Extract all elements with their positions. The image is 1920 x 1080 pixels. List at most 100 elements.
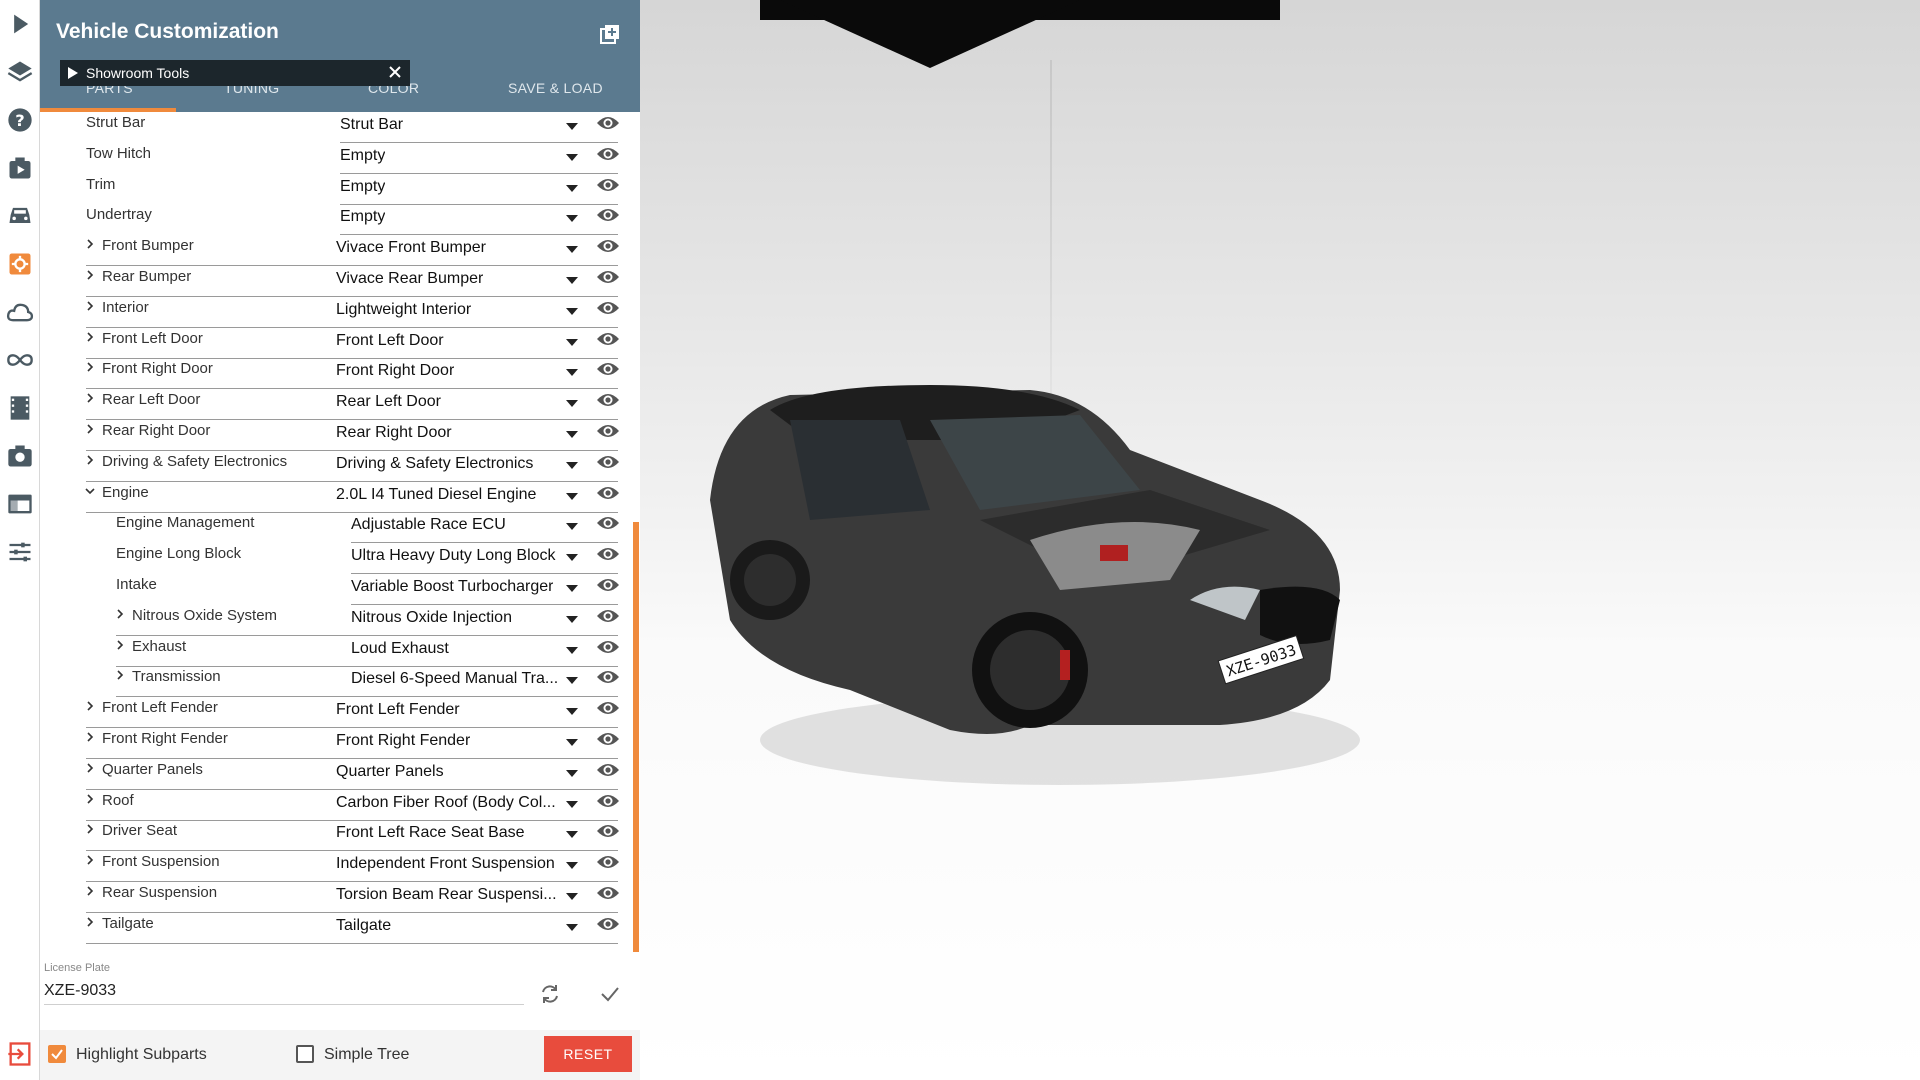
part-select[interactable]: Front Left Race Seat Base (336, 824, 525, 842)
part-select[interactable]: Driving & Safety Electronics (336, 455, 533, 473)
dropdown-arrow-icon[interactable] (566, 123, 578, 130)
dropdown-arrow-icon[interactable] (566, 215, 578, 223)
sliders-icon[interactable] (0, 528, 40, 576)
eye-icon[interactable] (596, 884, 620, 902)
vehicle-icon[interactable] (0, 192, 40, 240)
play-icon[interactable] (68, 67, 78, 79)
window-icon[interactable] (0, 480, 40, 528)
eye-icon[interactable] (596, 114, 620, 132)
part-select[interactable]: Diesel 6-Speed Manual Tra... (351, 670, 558, 688)
highlight-subparts-checkbox[interactable] (48, 1045, 66, 1063)
eye-icon[interactable] (596, 730, 620, 748)
chevron-right-icon[interactable] (84, 854, 96, 866)
showroom-tools-bar[interactable]: Showroom Tools (60, 60, 410, 86)
part-row[interactable]: Engine 2.0L I4 Tuned Diesel Engine (40, 482, 620, 513)
part-row[interactable]: Transmission Diesel 6-Speed Manual Tra... (40, 666, 620, 698)
dropdown-arrow-icon[interactable] (566, 739, 578, 746)
chevron-right-icon[interactable] (84, 238, 96, 250)
part-row[interactable]: Roof Carbon Fiber Roof (Body Col... (40, 790, 620, 821)
part-select[interactable]: Adjustable Race ECU (351, 516, 506, 534)
eye-icon[interactable] (596, 607, 620, 625)
part-row[interactable]: Rear Bumper Vivace Rear Bumper (40, 266, 620, 297)
part-select[interactable]: Variable Boost Turbocharger (351, 578, 553, 596)
part-row[interactable]: Driver Seat Front Left Race Seat Base (40, 820, 620, 852)
eye-icon[interactable] (596, 206, 620, 224)
part-select[interactable]: Tailgate (336, 917, 391, 935)
dropdown-arrow-icon[interactable] (566, 338, 578, 346)
chevron-right-icon[interactable] (84, 793, 96, 805)
eye-icon[interactable] (596, 576, 620, 594)
part-select[interactable]: Empty (340, 208, 385, 226)
chevron-right-icon[interactable] (84, 916, 96, 928)
part-select[interactable]: Strut Bar (340, 116, 403, 134)
dropdown-arrow-icon[interactable] (566, 492, 578, 500)
part-select[interactable]: Vivace Rear Bumper (336, 270, 483, 288)
eye-icon[interactable] (596, 638, 620, 656)
exit-icon[interactable] (0, 1030, 40, 1078)
part-row[interactable]: Tow Hitch Empty (40, 143, 620, 174)
camera-icon[interactable] (0, 432, 40, 480)
part-row[interactable]: Strut Bar Strut Bar (40, 112, 620, 143)
part-select[interactable]: Lightweight Interior (336, 301, 471, 319)
eye-icon[interactable] (596, 268, 620, 286)
eye-icon[interactable] (596, 822, 620, 840)
dropdown-arrow-icon[interactable] (566, 708, 578, 716)
part-select[interactable]: Nitrous Oxide Injection (351, 609, 512, 627)
chevron-right-icon[interactable] (84, 762, 96, 774)
parts-icon[interactable] (0, 240, 40, 288)
chevron-right-icon[interactable] (114, 669, 126, 681)
part-row[interactable]: Tailgate Tailgate (40, 913, 620, 944)
new-window-icon[interactable] (598, 22, 622, 46)
dropdown-arrow-icon[interactable] (566, 862, 578, 870)
dropdown-arrow-icon[interactable] (566, 523, 578, 531)
part-select[interactable]: Carbon Fiber Roof (Body Col... (336, 794, 556, 812)
chevron-right-icon[interactable] (84, 823, 96, 835)
eye-icon[interactable] (596, 761, 620, 779)
dropdown-arrow-icon[interactable] (566, 831, 578, 839)
eye-icon[interactable] (596, 668, 620, 686)
layers-icon[interactable] (0, 48, 40, 96)
part-row[interactable]: Rear Right Door Rear Right Door (40, 420, 620, 451)
part-select[interactable]: Front Left Door (336, 332, 444, 350)
dropdown-arrow-icon[interactable] (566, 677, 578, 685)
check-icon[interactable] (598, 982, 622, 1006)
part-row[interactable]: Trim Empty (40, 174, 620, 205)
part-row[interactable]: Front Bumper Vivace Front Bumper (40, 235, 620, 267)
eye-icon[interactable] (596, 514, 620, 532)
dropdown-arrow-icon[interactable] (566, 646, 578, 654)
dropdown-arrow-icon[interactable] (566, 615, 578, 623)
license-plate-input[interactable]: XZE-9033 (44, 982, 116, 1000)
infinity-icon[interactable] (0, 336, 40, 384)
eye-icon[interactable] (596, 699, 620, 717)
chevron-right-icon[interactable] (84, 700, 96, 712)
film-icon[interactable] (0, 384, 40, 432)
eye-icon[interactable] (596, 792, 620, 810)
eye-icon[interactable] (596, 330, 620, 348)
eye-icon[interactable] (596, 145, 620, 163)
dropdown-arrow-icon[interactable] (566, 923, 578, 931)
dropdown-arrow-icon[interactable] (566, 369, 578, 377)
play-icon[interactable] (0, 0, 40, 48)
simple-tree-checkbox[interactable] (296, 1045, 314, 1063)
part-row[interactable]: Interior Lightweight Interior (40, 297, 620, 328)
part-select[interactable]: Loud Exhaust (351, 640, 449, 658)
mission-icon[interactable] (0, 144, 40, 192)
chevron-right-icon[interactable] (84, 300, 96, 312)
part-row[interactable]: Rear Left Door Rear Left Door (40, 389, 620, 421)
chevron-right-icon[interactable] (84, 454, 96, 466)
chevron-right-icon[interactable] (84, 361, 96, 373)
dropdown-arrow-icon[interactable] (566, 246, 578, 254)
part-select[interactable]: Empty (340, 147, 385, 165)
part-select[interactable]: Front Left Fender (336, 701, 460, 719)
part-row[interactable]: Nitrous Oxide System Nitrous Oxide Inject… (40, 605, 620, 636)
dropdown-arrow-icon[interactable] (566, 431, 578, 438)
part-select[interactable]: 2.0L I4 Tuned Diesel Engine (336, 486, 536, 504)
chevron-right-icon[interactable] (84, 423, 96, 435)
dropdown-arrow-icon[interactable] (566, 153, 578, 161)
part-row[interactable]: Quarter Panels Quarter Panels (40, 759, 620, 790)
part-select[interactable]: Empty (340, 178, 385, 196)
part-select[interactable]: Front Right Door (336, 362, 454, 380)
eye-icon[interactable] (596, 391, 620, 409)
part-row[interactable]: Exhaust Loud Exhaust (40, 636, 620, 667)
close-icon[interactable] (386, 63, 404, 81)
